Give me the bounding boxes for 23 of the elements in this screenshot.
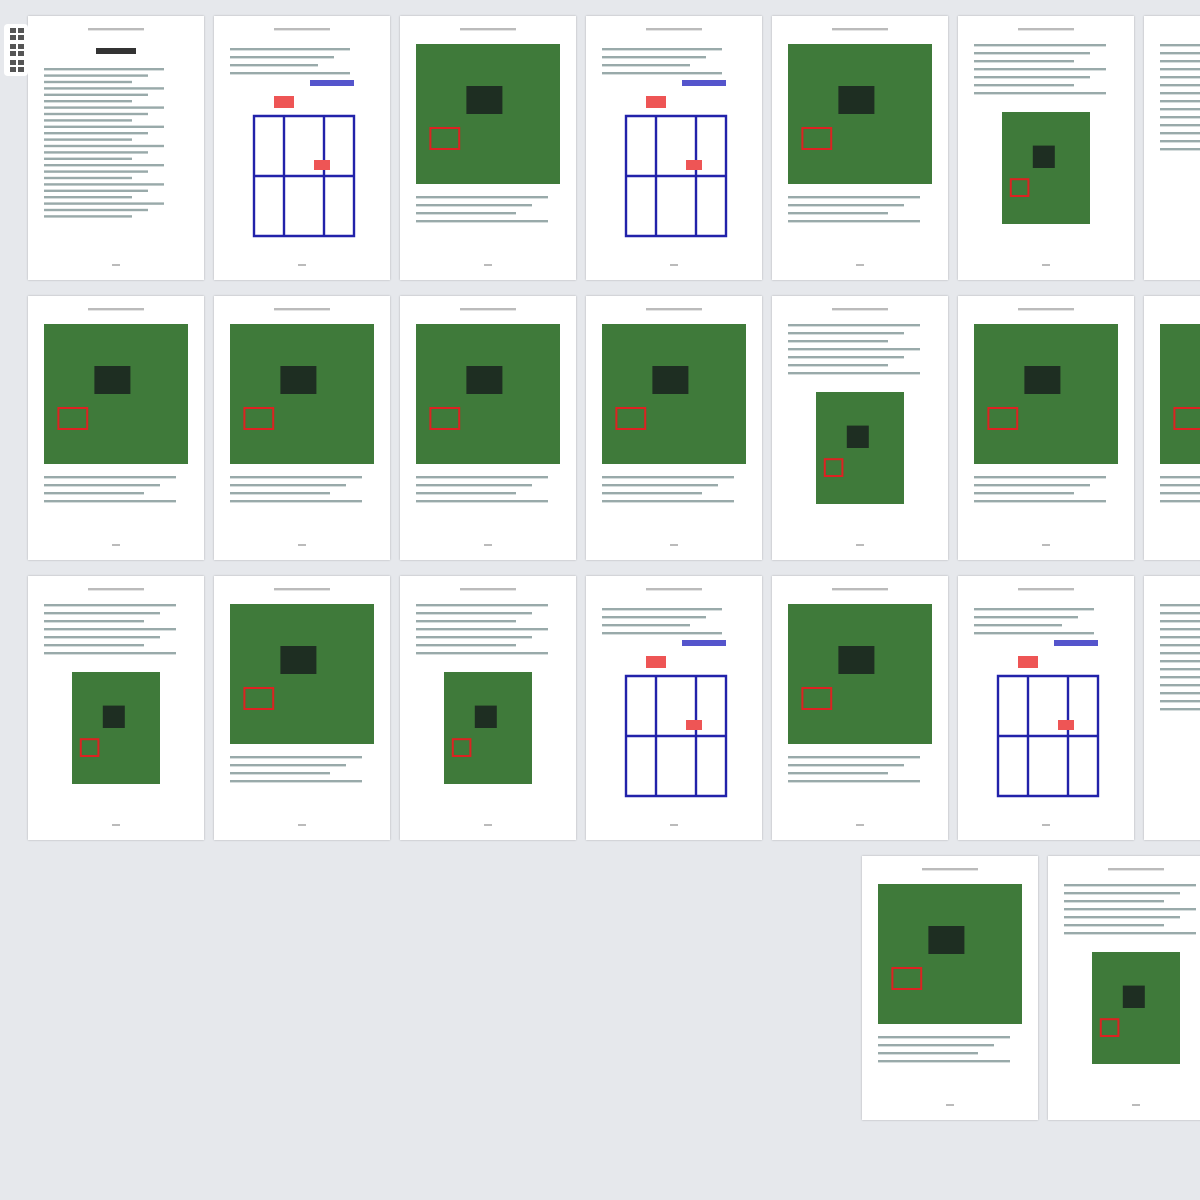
board-photo-page-thumbnail[interactable] — [400, 296, 576, 560]
board-photo-page-thumbnail[interactable] — [400, 16, 576, 280]
board-photo-page-thumbnail[interactable] — [214, 296, 390, 560]
schematic-page-thumbnail[interactable] — [586, 576, 762, 840]
text-and-photo-page-thumbnail[interactable] — [958, 16, 1134, 280]
page-grid-icon[interactable] — [9, 60, 23, 72]
text-and-photo-page-thumbnail[interactable] — [28, 576, 204, 840]
page-grid-icon[interactable] — [9, 28, 23, 40]
text-and-photo-page-thumbnail[interactable] — [1048, 856, 1200, 1120]
board-photo-page-thumbnail[interactable] — [214, 576, 390, 840]
table-of-contents-page-thumbnail[interactable] — [28, 16, 204, 280]
text-and-photo-page-thumbnail[interactable] — [772, 296, 948, 560]
board-photo-page-thumbnail[interactable] — [772, 576, 948, 840]
board-photo-page-thumbnail[interactable] — [586, 296, 762, 560]
page-grid-icon[interactable] — [9, 44, 23, 56]
schematic-page-thumbnail[interactable] — [586, 16, 762, 280]
schematic-page-thumbnail[interactable] — [958, 576, 1134, 840]
board-photo-page-thumbnail[interactable] — [862, 856, 1038, 1120]
schematic-page-thumbnail[interactable] — [214, 16, 390, 280]
board-photo-page-thumbnail[interactable] — [28, 296, 204, 560]
text-and-photo-page-thumbnail[interactable] — [400, 576, 576, 840]
board-photo-page-thumbnail[interactable] — [958, 296, 1134, 560]
board-photo-page-thumbnail[interactable] — [772, 16, 948, 280]
